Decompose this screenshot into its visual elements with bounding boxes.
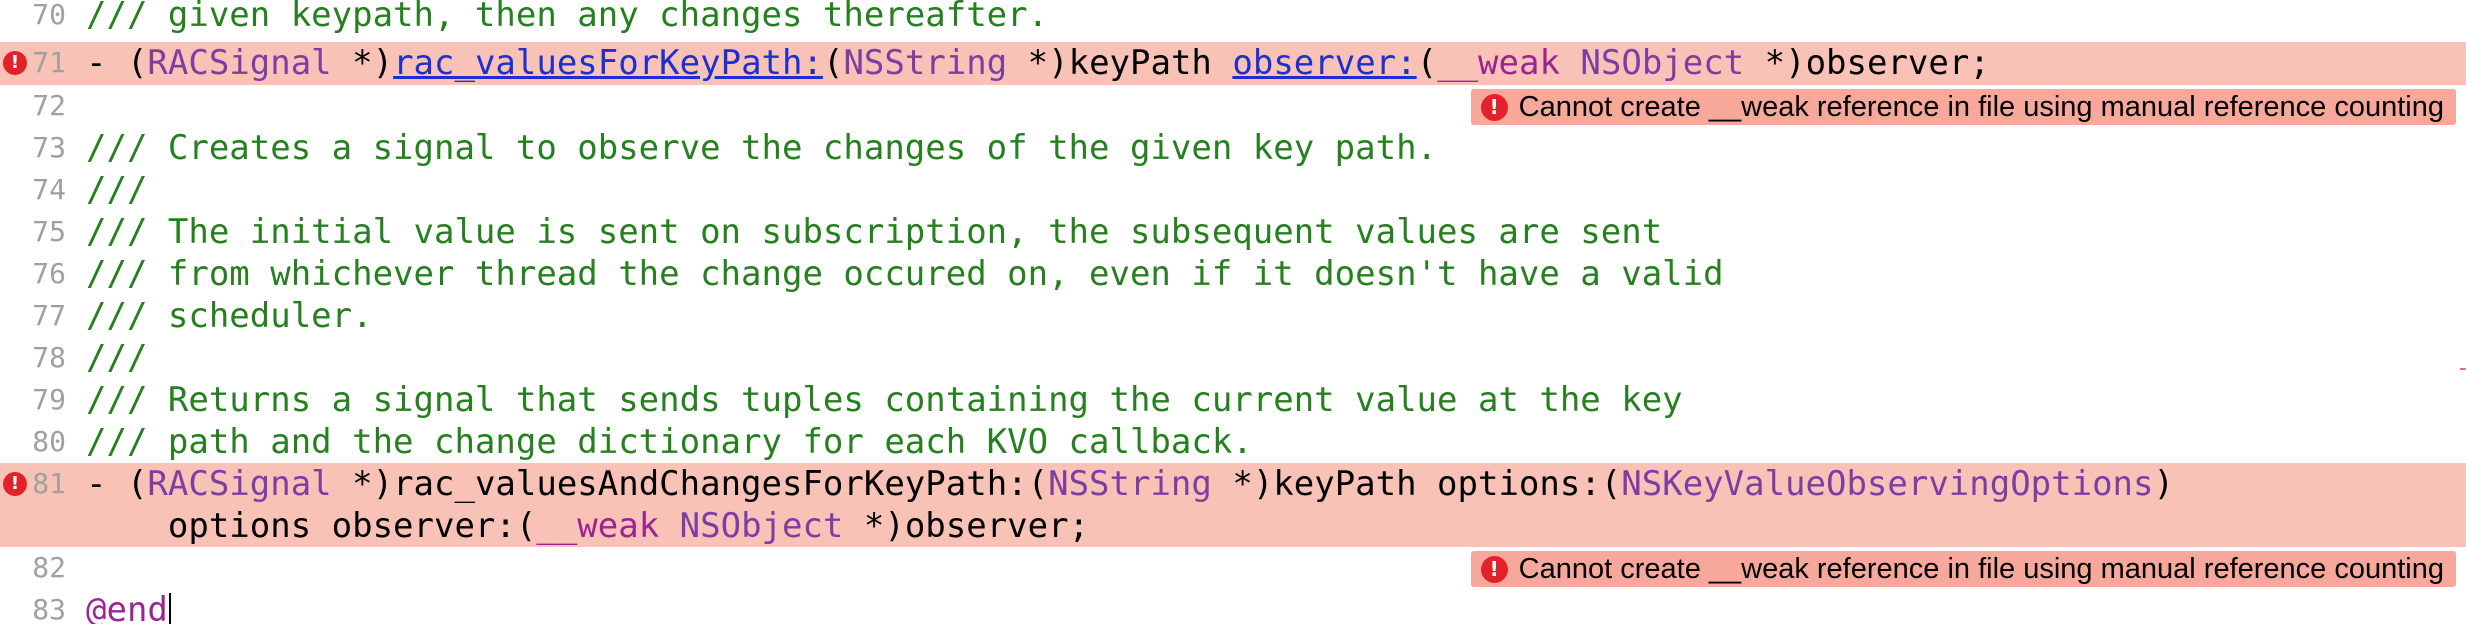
code-token: *)keyPath [1007,43,1233,83]
code-line-83[interactable]: 83 @end [0,589,2466,624]
type-token: RACSignal [147,464,332,504]
text-cursor [168,592,171,624]
type-token: NSObject [679,506,844,546]
code-token: *) [331,43,394,83]
gutter: 76 [0,253,72,295]
gutter: ! 71 [0,42,72,85]
keyword-text: @end [86,590,168,624]
code-line-73[interactable]: 73 /// Creates a signal to observe the c… [0,127,2466,169]
code-token: - ( [86,464,148,504]
comment-text[interactable]: /// [86,337,147,379]
code-token: options observer:( [86,506,537,546]
gutter: 77 [0,295,72,337]
code-line-76[interactable]: 76 /// from whichever thread the change … [0,253,2466,295]
type-token: NSKeyValueObservingOptions [1621,464,2154,504]
comment-text[interactable]: /// path and the change dictionary for e… [86,421,1253,463]
line-number: 82 [32,551,66,584]
gutter: 72 [0,85,72,127]
line-number: 73 [32,131,66,164]
code-line-74[interactable]: 74 /// [0,169,2466,211]
weak-keyword[interactable]: __weak [1437,43,1560,83]
comment-text[interactable]: /// from whichever thread the change occ… [86,253,1724,295]
line-number: 70 [32,0,66,31]
line-number: 72 [32,89,66,122]
method-declaration[interactable]: - (RACSignal *)rac_valuesForKeyPath:(NSS… [86,42,1990,84]
code-line-77[interactable]: 77 /// scheduler. [0,295,2466,337]
gutter: 75 [0,211,72,253]
line-number: 71 [32,46,66,79]
type-token: NSString [1048,464,1212,504]
line-number: 78 [32,341,66,374]
code-token: *)observer; [1744,43,1990,83]
gutter: ! 81 [0,463,72,547]
error-icon: ! [1480,556,1508,583]
gutter: 74 [0,169,72,211]
code-line-81-error[interactable]: ! 81 - (RACSignal *)rac_valuesAndChanges… [0,463,2466,547]
source-editor[interactable]: 70 /// given keypath, then any changes t… [0,0,2466,624]
code-line-70[interactable]: 70 /// given keypath, then any changes t… [0,0,2466,36]
error-marker-icon[interactable]: ! [3,472,27,496]
line-number: 83 [32,593,66,624]
comment-text[interactable]: /// Returns a signal that sends tuples c… [86,379,1683,421]
comment-text[interactable]: /// scheduler. [86,295,373,337]
gutter: 83 [0,589,72,624]
line-number: 81 [32,467,66,500]
comment-text[interactable]: /// The initial value is sent on subscri… [86,211,1662,253]
gutter: 78 [0,337,72,379]
code-line-72[interactable]: 72 ! Cannot create __weak reference in f… [0,85,2466,127]
error-marker-icon[interactable]: ! [3,51,27,75]
weak-keyword[interactable]: __weak [536,506,659,546]
code-line-78[interactable]: 78 /// [0,337,2466,379]
error-message-text: Cannot create __weak reference in file u… [1518,91,2444,123]
gutter: 79 [0,379,72,421]
code-token: *)observer; [843,506,1090,546]
code-line-75[interactable]: 75 /// The initial value is sent on subs… [0,211,2466,253]
code-line-79[interactable]: 79 /// Returns a signal that sends tuple… [0,379,2466,421]
gutter: 70 [0,0,72,36]
type-token: RACSignal [147,43,332,83]
type-token: NSObject [1580,43,1745,83]
comment-text[interactable]: /// given keypath, then any changes ther… [86,0,1048,36]
line-number: 80 [32,425,66,458]
line-number: 75 [32,215,66,248]
error-icon: ! [1480,94,1508,121]
line-number: 79 [32,383,66,416]
code-token: *)rac_valuesAndChangesForKeyPath:( [331,464,1049,504]
gutter: 80 [0,421,72,463]
method-selector-link[interactable]: observer: [1232,43,1416,83]
code-token: ) [2153,464,2174,504]
type-token: NSString [843,43,1008,83]
comment-text[interactable]: /// [86,169,147,211]
gutter: 82 [0,547,72,589]
line-number: 74 [32,173,66,206]
scrollbar-error-marker[interactable] [2460,368,2466,370]
code-token: ( [822,43,844,83]
end-directive[interactable]: @end [86,589,171,624]
gutter: 73 [0,127,72,169]
code-line-82[interactable]: 82 ! Cannot create __weak reference in f… [0,547,2466,589]
error-message-text: Cannot create __weak reference in file u… [1518,553,2444,585]
code-token: ( [1416,43,1438,83]
method-declaration-continuation[interactable]: options observer:(__weak NSObject *)obse… [86,505,1089,547]
code-token: *)keyPath options:( [1211,464,1622,504]
error-message-badge[interactable]: ! Cannot create __weak reference in file… [1470,551,2456,587]
code-token: - ( [86,43,148,83]
code-line-71-error[interactable]: ! 71 - (RACSignal *)rac_valuesForKeyPath… [0,42,2466,85]
method-declaration[interactable]: - (RACSignal *)rac_valuesAndChangesForKe… [86,463,2174,505]
method-selector-link[interactable]: rac_valuesForKeyPath: [393,43,823,83]
code-line-80[interactable]: 80 /// path and the change dictionary fo… [0,421,2466,463]
error-message-badge[interactable]: ! Cannot create __weak reference in file… [1470,89,2456,125]
line-number: 76 [32,257,66,290]
comment-text[interactable]: /// Creates a signal to observe the chan… [86,127,1437,169]
line-number: 77 [32,299,66,332]
